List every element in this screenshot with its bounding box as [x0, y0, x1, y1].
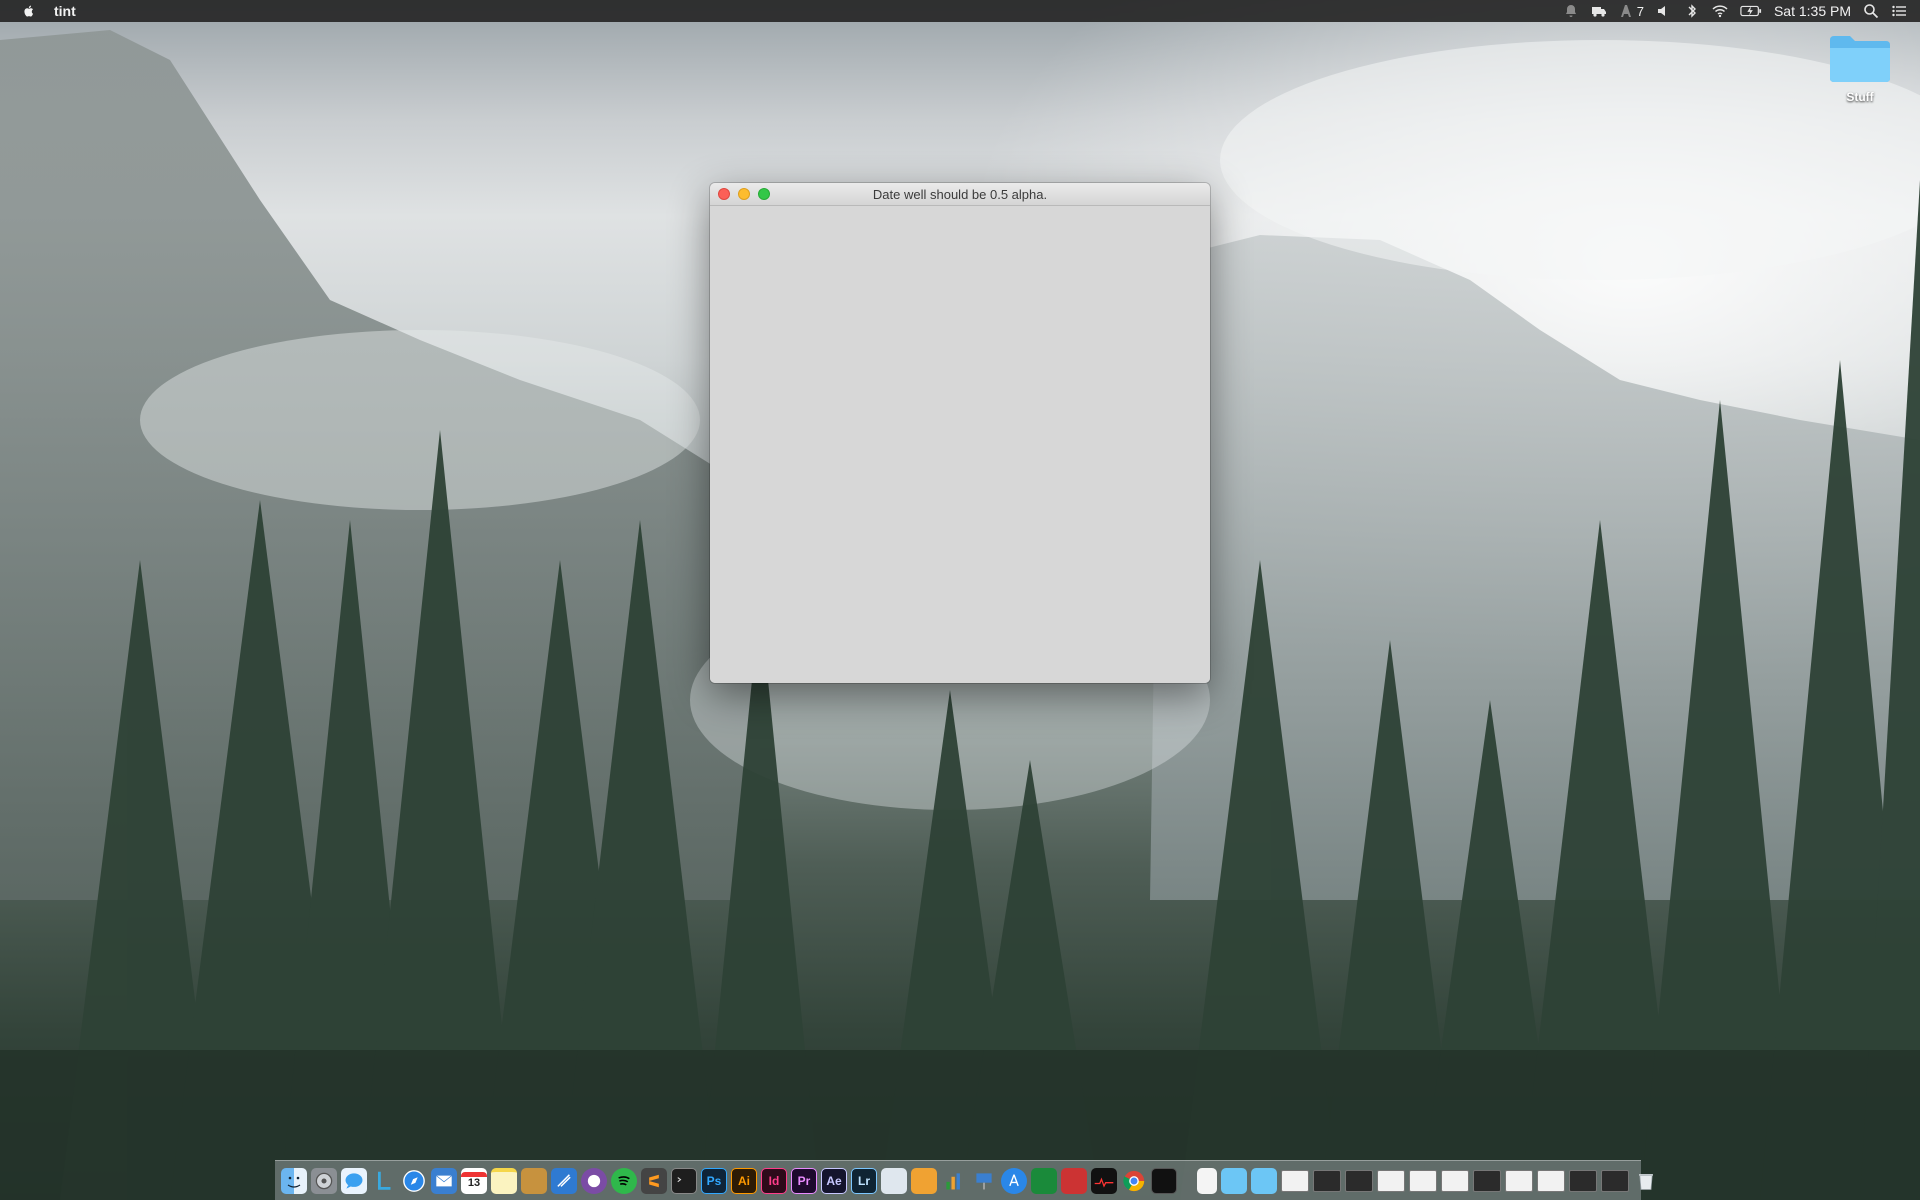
window-content [710, 206, 1210, 683]
text-app-icon[interactable] [1618, 2, 1636, 20]
minimized-window-1[interactable] [1281, 1169, 1309, 1192]
notification-center-icon[interactable] [1890, 2, 1908, 20]
downloads-folder-icon[interactable] [1221, 1167, 1247, 1194]
dock: 13 Ps Ai Id Pr Ae Lr [275, 1160, 1653, 1200]
sketch-icon[interactable] [1031, 1167, 1057, 1194]
minimized-window-9[interactable] [1537, 1169, 1565, 1192]
terminal-window-icon[interactable] [1151, 1167, 1177, 1194]
folder-label: Stuff [1846, 90, 1874, 104]
delivery-icon[interactable] [1590, 2, 1608, 20]
zoom-button[interactable] [758, 188, 770, 200]
app-window: Date well should be 0.5 alpha. [710, 183, 1210, 683]
indesign-icon[interactable]: Id [761, 1167, 787, 1194]
documents-folder-icon[interactable] [1251, 1167, 1277, 1194]
app-menu-name[interactable]: tint [54, 3, 76, 19]
volume-icon[interactable] [1655, 2, 1673, 20]
pages-icon[interactable] [911, 1167, 937, 1194]
window-titlebar[interactable]: Date well should be 0.5 alpha. [710, 183, 1210, 206]
numbers-icon[interactable] [941, 1168, 967, 1194]
illustrator-label: Ai [738, 1173, 750, 1188]
preview-icon[interactable] [881, 1167, 907, 1194]
wifi-icon[interactable] [1711, 2, 1729, 20]
illustrator-icon[interactable]: Ai [731, 1167, 757, 1194]
chrome-icon[interactable] [1121, 1168, 1147, 1194]
bluetooth-icon[interactable] [1683, 2, 1701, 20]
minimized-window-8[interactable] [1505, 1169, 1533, 1192]
folder-icon [1828, 32, 1892, 84]
notification-count: 7 [1636, 3, 1644, 19]
screen-sharing-icon[interactable] [1061, 1167, 1087, 1194]
battery-icon[interactable] [1739, 2, 1763, 20]
photoshop-label: Ps [706, 1173, 722, 1188]
desktop-folder-stuff[interactable]: Stuff [1820, 32, 1900, 104]
github-icon[interactable] [581, 1167, 607, 1194]
notifications-icon[interactable] [1562, 2, 1580, 20]
app-store-icon[interactable] [1001, 1167, 1027, 1194]
terminal-icon[interactable] [671, 1167, 697, 1194]
mail-icon[interactable] [431, 1167, 457, 1194]
activity-monitor-icon[interactable] [1091, 1167, 1117, 1194]
notebook-icon[interactable] [521, 1167, 547, 1194]
finder-icon[interactable] [281, 1167, 307, 1194]
premiere-icon[interactable]: Pr [791, 1167, 817, 1194]
lightroom-label: Lr [858, 1173, 870, 1188]
messages-icon[interactable] [341, 1167, 367, 1194]
xcode-icon[interactable] [551, 1167, 577, 1194]
close-button[interactable] [718, 188, 730, 200]
keynote-icon[interactable] [971, 1168, 997, 1194]
after-effects-label: Ae [826, 1173, 842, 1188]
trash-icon[interactable] [1633, 1168, 1659, 1194]
minimized-window-10[interactable] [1569, 1169, 1597, 1192]
minimized-window-3[interactable] [1345, 1169, 1373, 1192]
minimized-window-11[interactable] [1601, 1169, 1629, 1192]
photoshop-icon[interactable]: Ps [701, 1167, 727, 1194]
minimized-window-5[interactable] [1409, 1169, 1437, 1192]
spotify-icon[interactable] [611, 1167, 637, 1194]
minimized-window-2[interactable] [1313, 1169, 1341, 1192]
spotlight-icon[interactable] [1862, 2, 1880, 20]
apple-icon[interactable] [18, 0, 40, 22]
indesign-label: Id [768, 1173, 780, 1188]
window-title: Date well should be 0.5 alpha. [872, 186, 1048, 202]
calendar-icon[interactable]: 13 [461, 1167, 487, 1194]
after-effects-icon[interactable]: Ae [821, 1167, 847, 1194]
menu-bar: tint 7 Sat 1:35 PM [0, 0, 1920, 22]
minimize-button[interactable] [738, 188, 750, 200]
minimized-window-4[interactable] [1377, 1169, 1405, 1192]
minimized-window-7[interactable] [1473, 1169, 1501, 1192]
traffic-lights [718, 188, 778, 200]
menu-extras: 7 Sat 1:35 PM [1557, 0, 1920, 22]
launcher-icon[interactable] [371, 1168, 397, 1194]
document-icon[interactable] [1197, 1167, 1217, 1194]
lightroom-icon[interactable]: Lr [851, 1167, 877, 1194]
premiere-label: Pr [797, 1173, 811, 1188]
calendar-day: 13 [467, 1177, 481, 1189]
menubar-clock[interactable]: Sat 1:35 PM [1774, 3, 1851, 19]
notes-icon[interactable] [491, 1167, 517, 1194]
safari-icon[interactable] [401, 1168, 427, 1194]
minimized-window-6[interactable] [1441, 1169, 1469, 1192]
sublime-text-icon[interactable] [641, 1167, 667, 1194]
system-preferences-icon[interactable] [311, 1167, 337, 1194]
